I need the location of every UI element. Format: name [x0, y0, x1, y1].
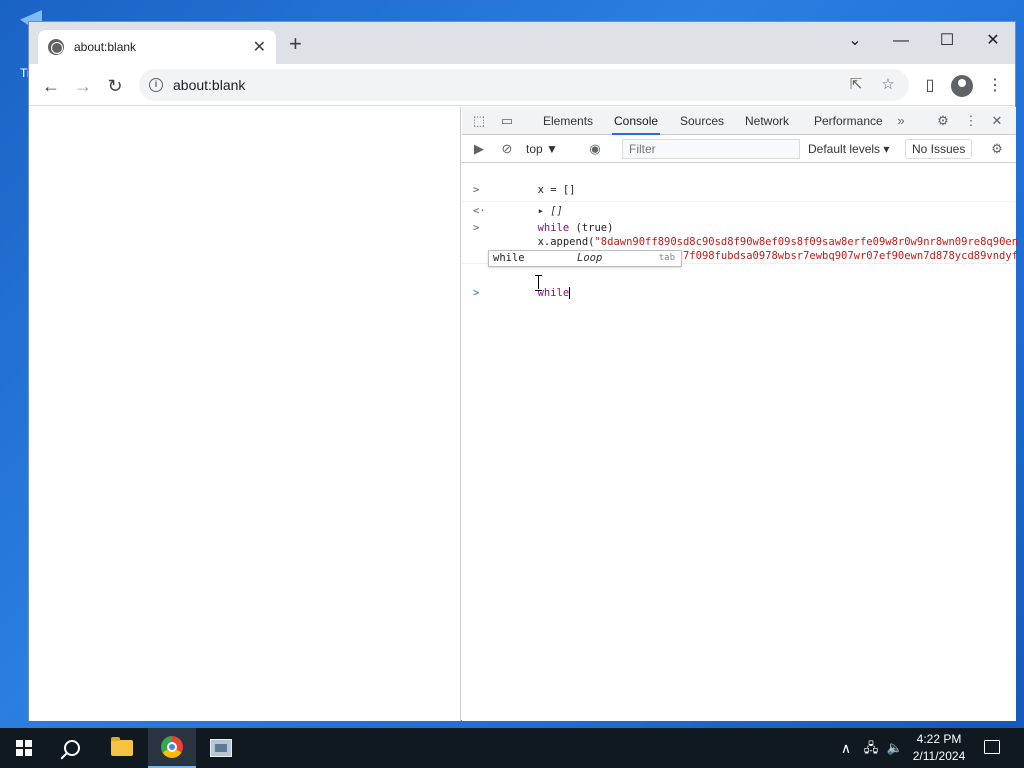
tab-console[interactable]: Console [612, 107, 661, 135]
app-window-icon [210, 739, 232, 757]
browser-menu-icon[interactable]: ⋮ [981, 72, 1009, 100]
taskbar-chrome[interactable] [148, 728, 196, 768]
notification-center-icon[interactable] [984, 740, 1000, 754]
text-caret [569, 287, 571, 299]
context-selector[interactable]: top ▼ [526, 139, 558, 159]
devtools-tabbar: ⬚ ▭ Elements Console Sources Network Per… [462, 107, 1016, 135]
console-filter-input[interactable] [622, 139, 800, 159]
console-output[interactable]: > x = [] <· ▸ [] > while (true) x.append("8… [462, 163, 1018, 299]
console-toolbar: ▶ ⊘ top ▼ ◉ Default levels ▾ No Issues ⚙ [462, 135, 1016, 163]
profile-avatar[interactable] [951, 75, 973, 97]
tab-network[interactable]: Network [743, 107, 791, 135]
globe-icon [48, 39, 64, 55]
address-url[interactable]: about:blank [173, 77, 245, 93]
console-entry: > x = [] [462, 163, 1016, 196]
side-panel-icon[interactable]: ▯ [916, 72, 944, 100]
volume-icon[interactable]: 🔈 [884, 728, 906, 768]
clear-console-icon[interactable]: ⊘ [498, 140, 516, 158]
tab-title: about:blank [74, 40, 137, 54]
suggestion-hint: Loop [577, 252, 603, 264]
back-button[interactable]: ← [37, 72, 65, 100]
log-levels-dropdown[interactable]: Default levels ▾ [808, 139, 889, 159]
minimize-button[interactable]: — [878, 26, 924, 56]
close-window-button[interactable]: ✕ [970, 26, 1016, 56]
inspect-element-icon[interactable]: ⬚ [470, 112, 488, 130]
page-content[interactable] [29, 107, 461, 721]
console-entry-continued: qw8e09wqdsuq90sdu09wudu7f098fubdsa0978wb… [462, 235, 1018, 262]
device-toolbar-icon[interactable]: ▭ [498, 112, 516, 130]
devtools-panel: ⬚ ▭ Elements Console Sources Network Per… [462, 107, 1018, 721]
bookmark-star-icon[interactable]: ☆ [876, 73, 900, 97]
browser-window: about:blank ✕ + ⌄ — ☐ ✕ ← → ↻ i about:bl… [28, 21, 1018, 721]
console-entry: > while (true) [462, 207, 1016, 234]
system-clock[interactable]: 4:22 PM 2/11/2024 [906, 731, 972, 765]
tab-performance[interactable]: Performance [812, 107, 885, 135]
folder-icon [111, 737, 133, 756]
browser-tab[interactable]: about:blank ✕ [38, 30, 276, 64]
taskbar-app[interactable] [197, 728, 245, 768]
clock-date: 2/11/2024 [912, 749, 966, 763]
suggestion-word: while [493, 252, 525, 264]
devtools-settings-icon[interactable]: ⚙ [934, 112, 952, 130]
maximize-button[interactable]: ☐ [924, 26, 970, 56]
ibeam-cursor-icon [534, 275, 544, 291]
chrome-icon [161, 736, 183, 758]
windows-logo-icon [16, 740, 32, 756]
clock-time: 4:22 PM [916, 732, 962, 746]
taskbar: ∧ 🖧 🔈 4:22 PM 2/11/2024 [0, 728, 1024, 768]
tab-elements[interactable]: Elements [541, 107, 595, 135]
start-button[interactable] [0, 728, 48, 768]
tab-sources[interactable]: Sources [678, 107, 726, 135]
search-icon [64, 740, 80, 756]
console-settings-icon[interactable]: ⚙ [988, 140, 1006, 158]
tab-search-icon[interactable]: ⌄ [832, 26, 878, 56]
console-entry-continued: x.append("8dawn90ff890sd8c90sd8f90w8ef09… [462, 221, 1018, 248]
show-hidden-icons-chevron[interactable]: ∧ [836, 728, 856, 768]
share-icon[interactable]: ⇱ [844, 73, 868, 97]
title-bar: about:blank ✕ + ⌄ — ☐ ✕ [29, 22, 1015, 64]
network-icon[interactable]: 🖧 [860, 728, 882, 768]
reload-button[interactable]: ↻ [101, 72, 129, 100]
forward-button[interactable]: → [69, 72, 97, 100]
console-sidebar-icon[interactable]: ▶ [470, 140, 488, 158]
devtools-menu-icon[interactable]: ⋮ [962, 112, 980, 130]
browser-toolbar: ← → ↻ i about:blank ⇱ ☆ ▯ ⋮ [29, 64, 1015, 106]
address-bar[interactable]: i about:blank ⇱ ☆ [139, 69, 909, 101]
suggestion-key: tab [658, 253, 675, 263]
console-prompt-icon: > [473, 287, 480, 299]
more-tabs-icon[interactable]: » [892, 112, 910, 130]
new-tab-button[interactable]: + [289, 31, 302, 57]
console-result[interactable]: <· ▸ [] [462, 181, 1016, 217]
devtools-close-icon[interactable]: ✕ [988, 112, 1006, 130]
taskbar-search-button[interactable] [48, 728, 96, 768]
live-expression-eye-icon[interactable]: ◉ [586, 140, 604, 158]
site-info-icon[interactable]: i [149, 78, 163, 92]
tab-close-icon[interactable]: ✕ [253, 37, 266, 57]
taskbar-file-explorer[interactable] [98, 728, 146, 768]
autocomplete-suggestion[interactable]: while Loop tab [488, 250, 682, 267]
issues-button[interactable]: No Issues [905, 139, 973, 159]
